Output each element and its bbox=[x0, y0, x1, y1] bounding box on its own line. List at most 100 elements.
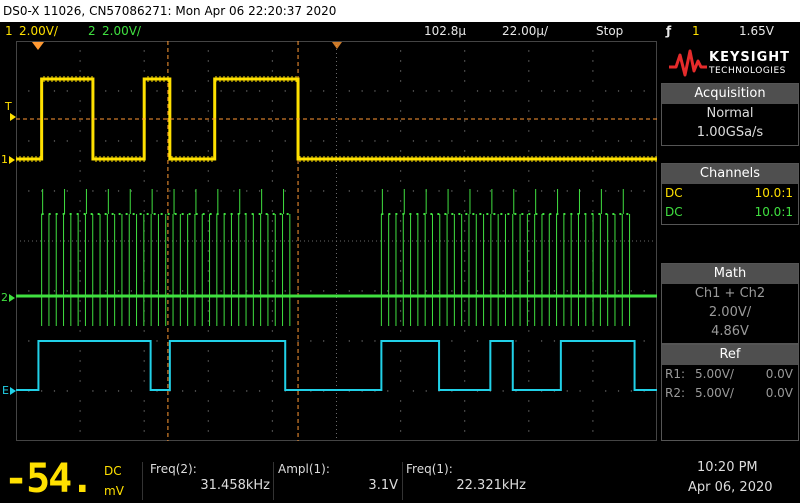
grid-dot bbox=[425, 290, 427, 292]
grid-dot bbox=[53, 290, 56, 292]
grid-dot bbox=[528, 410, 530, 412]
run-state[interactable]: Stop bbox=[596, 22, 623, 41]
grid-dot bbox=[451, 290, 453, 292]
grid-dot bbox=[156, 140, 158, 142]
grid-dot bbox=[476, 290, 479, 292]
grid-dot bbox=[592, 380, 594, 382]
ch1-ground-marker[interactable]: 1 bbox=[1, 153, 8, 166]
grid-dot bbox=[553, 340, 556, 342]
dvm-unit: mV bbox=[104, 484, 124, 498]
grid-dot bbox=[207, 230, 209, 232]
grid-dot bbox=[79, 50, 81, 52]
grid-dot bbox=[399, 280, 402, 282]
grid-dot bbox=[464, 250, 466, 252]
grid-dot bbox=[592, 360, 594, 362]
math-header[interactable]: Math bbox=[662, 264, 798, 284]
trigger-level[interactable]: 1.65V bbox=[739, 22, 774, 41]
grid-dot bbox=[143, 180, 145, 182]
grid-dot bbox=[399, 170, 402, 172]
grid-dot bbox=[464, 60, 466, 62]
grid-dot bbox=[464, 260, 466, 262]
timebase-scale[interactable]: 22.00µ/ bbox=[502, 22, 548, 41]
acquisition-panel[interactable]: Acquisition Normal 1.00GSa/s bbox=[661, 83, 799, 146]
trigger-edge-icon[interactable]: ƒ bbox=[666, 22, 671, 41]
grid-dot bbox=[528, 250, 530, 252]
grid-dot bbox=[451, 140, 453, 142]
measurement-bar: -54. DC mV Freq(2): 31.458kHz Ampl(1): 3… bbox=[0, 456, 800, 503]
grid-dot bbox=[592, 370, 594, 372]
grid-dot bbox=[464, 210, 466, 212]
grid-dot bbox=[592, 110, 594, 112]
grid-dot bbox=[617, 90, 620, 92]
grid-dot bbox=[207, 370, 209, 372]
grid-dot bbox=[79, 70, 81, 72]
delay-marker-icon[interactable] bbox=[32, 42, 44, 50]
grid-dot bbox=[322, 340, 325, 342]
grid-dot bbox=[387, 90, 389, 92]
grid-dot bbox=[605, 390, 607, 392]
grid-dot bbox=[643, 190, 645, 192]
grid-dot bbox=[271, 430, 274, 432]
channel-row-2[interactable]: DC 10.0:1 bbox=[662, 203, 798, 222]
grid-dot bbox=[553, 90, 556, 92]
ext-marker[interactable]: E bbox=[2, 384, 9, 397]
grid-dot bbox=[271, 70, 274, 72]
channels-panel[interactable]: Channels DC 10.0:1 DC 10.0:1 bbox=[661, 163, 799, 225]
grid-dot bbox=[92, 190, 94, 192]
grid-dot bbox=[464, 170, 466, 172]
grid-dot bbox=[207, 110, 209, 112]
grid-dot bbox=[207, 310, 209, 312]
grid-dot bbox=[399, 360, 402, 362]
grid-dot bbox=[79, 280, 81, 282]
center-marker-icon bbox=[332, 42, 342, 49]
grid-dot bbox=[592, 100, 594, 102]
grid-dot bbox=[399, 100, 402, 102]
grid-dot bbox=[399, 380, 402, 382]
ch1-number[interactable]: 1 bbox=[5, 22, 13, 41]
grid-dot bbox=[156, 90, 158, 92]
grid-dot bbox=[528, 430, 530, 432]
grid-dot bbox=[579, 140, 581, 142]
grid-dot bbox=[361, 190, 363, 192]
grid-dot bbox=[528, 230, 530, 232]
grid-dot bbox=[271, 300, 274, 302]
ch1-scale[interactable]: 2.00V/ bbox=[19, 22, 58, 41]
acquisition-header[interactable]: Acquisition bbox=[662, 84, 798, 104]
channels-header[interactable]: Channels bbox=[662, 164, 798, 184]
grid-dot bbox=[399, 220, 402, 222]
r2-scale: 5.00V/ bbox=[695, 386, 734, 400]
keysight-logo: KEYSIGHT TECHNOLOGIES bbox=[661, 41, 799, 83]
grid-dot bbox=[566, 140, 568, 142]
horizontal-delay[interactable]: 102.8µ bbox=[424, 22, 466, 41]
ref-row-2[interactable]: R2: 5.00V/ 0.0V bbox=[662, 384, 798, 403]
grid-dot bbox=[66, 290, 68, 292]
grid-dot bbox=[348, 140, 351, 142]
grid-dot bbox=[207, 380, 209, 382]
grid-dot bbox=[246, 90, 248, 92]
grid-dot bbox=[374, 340, 376, 342]
trigger-marker[interactable]: T bbox=[5, 100, 12, 113]
grid-dot bbox=[399, 130, 402, 132]
ch2-number[interactable]: 2 bbox=[88, 22, 96, 41]
ref-header[interactable]: Ref bbox=[662, 345, 798, 365]
trigger-channel[interactable]: 1 bbox=[692, 22, 700, 41]
grid-dot bbox=[592, 60, 594, 62]
grid-dot bbox=[464, 130, 466, 132]
grid-dot bbox=[79, 330, 81, 332]
ref-panel[interactable]: Ref R1: 5.00V/ 0.0V R2: 5.00V/ 0.0V bbox=[661, 344, 799, 441]
waveform-display[interactable] bbox=[16, 41, 657, 441]
ref-row-1[interactable]: R1: 5.00V/ 0.0V bbox=[662, 365, 798, 384]
grid-dot bbox=[592, 410, 594, 412]
math-panel[interactable]: Math Ch1 + Ch2 2.00V/ 4.86V bbox=[661, 263, 799, 344]
grid-dot bbox=[528, 80, 530, 82]
ch2-scale[interactable]: 2.00V/ bbox=[102, 22, 141, 41]
grid-dot bbox=[79, 100, 81, 102]
grid-dot bbox=[66, 140, 68, 142]
channel-row-1[interactable]: DC 10.0:1 bbox=[662, 184, 798, 203]
grid-dot bbox=[464, 120, 466, 122]
ch2-ground-marker[interactable]: 2 bbox=[1, 291, 8, 304]
math-function: Ch1 + Ch2 bbox=[694, 286, 766, 301]
window-title: DS0-X 11026, CN57086271: Mon Apr 06 22:2… bbox=[0, 0, 800, 22]
grid-dot bbox=[412, 290, 415, 292]
grid-dot bbox=[207, 130, 209, 132]
